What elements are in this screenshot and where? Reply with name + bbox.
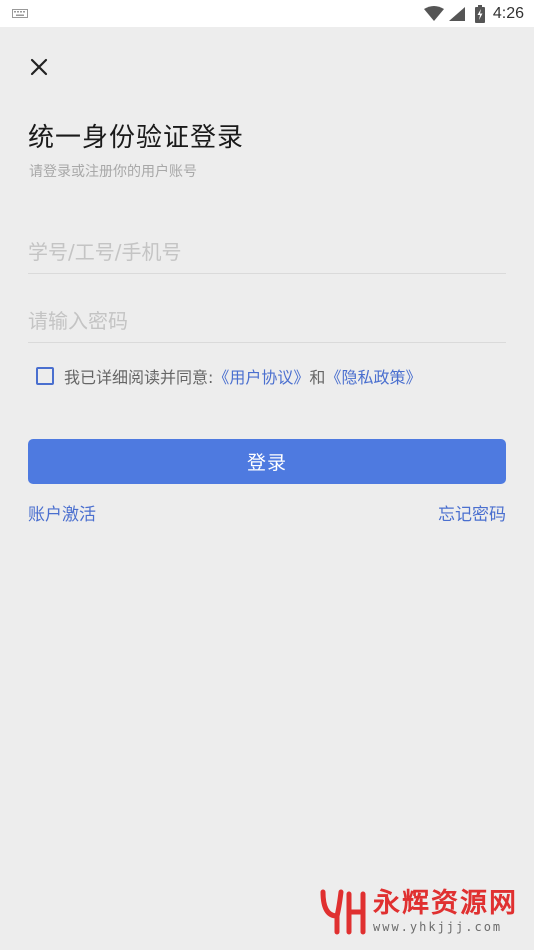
close-icon: [30, 58, 48, 76]
watermark-title: 永辉资源网: [373, 888, 518, 919]
login-button[interactable]: 登录: [28, 439, 506, 484]
forgot-password-link[interactable]: 忘记密码: [438, 500, 506, 525]
battery-icon: [474, 5, 485, 23]
agreement-checkbox[interactable]: [36, 367, 54, 385]
user-agreement-link[interactable]: 《用户协议》: [213, 364, 309, 388]
close-button[interactable]: [26, 54, 52, 80]
agreement-and-text: 和: [309, 368, 326, 387]
page-title: 统一身份验证登录: [28, 123, 245, 153]
status-icons: 4:26: [423, 3, 524, 25]
wifi-icon: [423, 6, 444, 21]
keyboard-icon: [12, 9, 28, 18]
status-time: 4:26: [492, 5, 524, 22]
agreement-row: 我已详细阅读并同意: 《用户协议》 和 《隐私政策》: [36, 363, 421, 389]
watermark-url: www.yhkjjj.com: [373, 920, 503, 934]
password-input[interactable]: [28, 299, 506, 343]
privacy-policy-link[interactable]: 《隐私政策》: [325, 364, 421, 388]
signal-icon: [448, 7, 465, 21]
account-input[interactable]: [28, 230, 506, 274]
page-subtitle: 请登录或注册你的用户账号: [29, 164, 197, 180]
watermark: 永辉资源网 www.yhkjjj.com: [319, 888, 518, 936]
watermark-logo: [320, 889, 366, 935]
activate-account-link[interactable]: 账户激活: [28, 500, 96, 525]
agreement-text: 我已详细阅读并同意:: [64, 368, 214, 387]
status-bar: 4:26: [0, 0, 534, 27]
